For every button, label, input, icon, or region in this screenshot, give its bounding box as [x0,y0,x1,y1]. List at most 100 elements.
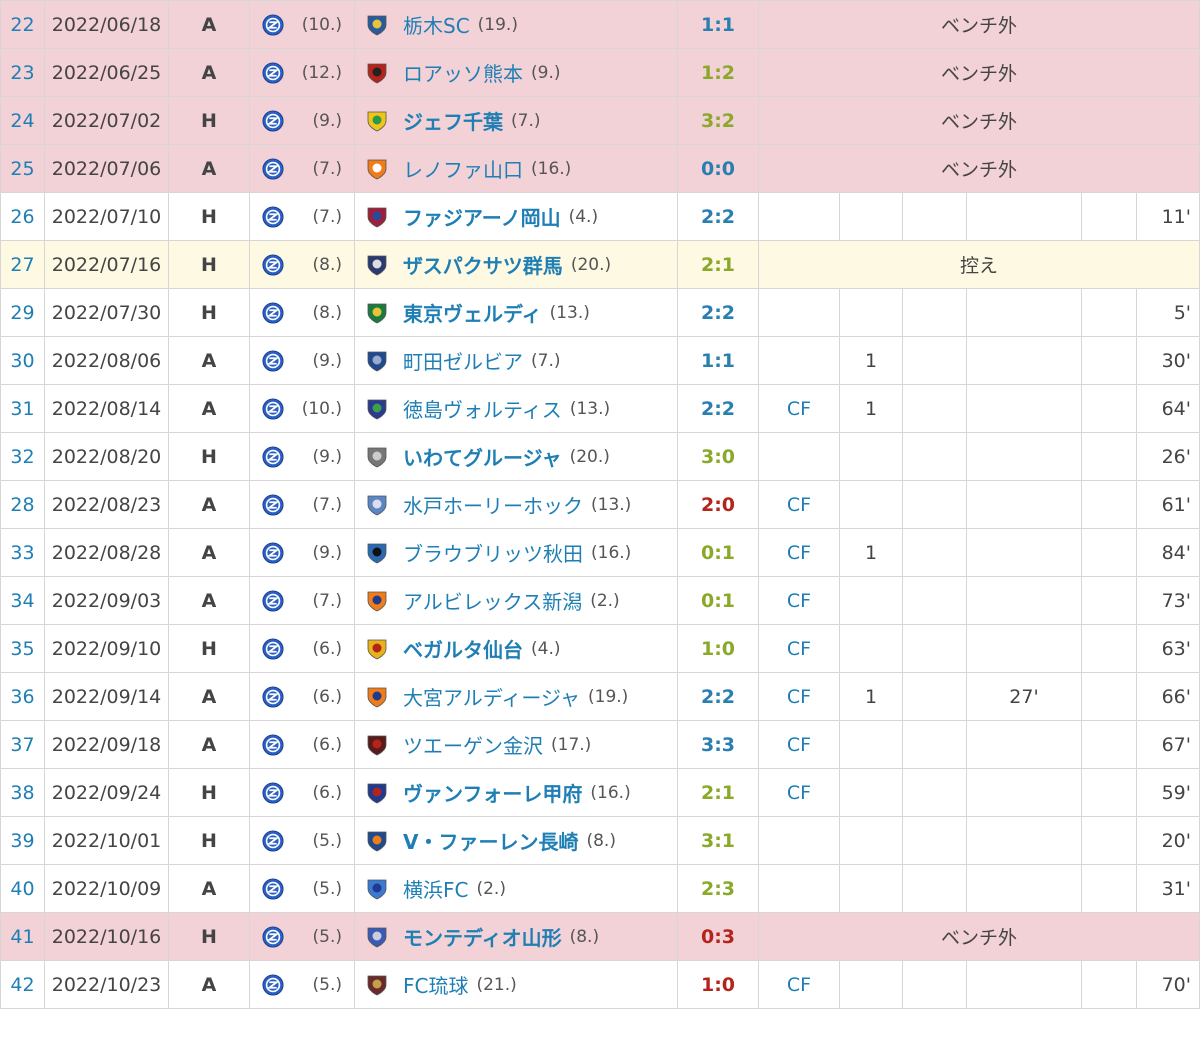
opponent-cell: 栃木SC (19.) [355,1,678,48]
opponent-link[interactable]: モンテディオ山形 [403,922,562,951]
goals [840,865,903,912]
opponent-link[interactable]: いわてグルージャ [403,442,562,471]
position [759,433,840,480]
opponent-link[interactable]: ベガルタ仙台 [403,634,523,663]
extra [1082,769,1137,816]
opponent-link[interactable]: FC琉球 [403,970,468,999]
assists [903,673,967,720]
kumamoto-crest-icon [367,63,387,83]
position [759,337,840,384]
opponent-link[interactable]: 大宮アルディージャ [403,682,580,711]
score-link[interactable]: 0:1 [678,529,759,576]
matchday-link[interactable]: 41 [0,913,45,960]
opponent-link[interactable]: ヴァンフォーレ甲府 [403,778,582,807]
score-link[interactable]: 2:1 [678,769,759,816]
opponent-link[interactable]: ツエーゲン金沢 [403,730,543,759]
score-link[interactable]: 2:2 [678,385,759,432]
opponent-link[interactable]: ブラウブリッツ秋田 [403,538,583,567]
minutes-played: 70' [1137,961,1200,1008]
matchday-link[interactable]: 35 [0,625,45,672]
matchday-link[interactable]: 31 [0,385,45,432]
score-link[interactable]: 2:2 [678,673,759,720]
score-link[interactable]: 1:2 [678,49,759,96]
matchday-link[interactable]: 26 [0,193,45,240]
own-team-cell: (8.) [250,289,355,336]
matchday-link[interactable]: 30 [0,337,45,384]
match-date: 2022/08/20 [45,433,169,480]
home-away: A [169,481,250,528]
table-row: 30 2022/08/06 A (9.) 町田ゼルビア (7.) 1:1 1 30' [0,337,1200,385]
own-team-cell: (5.) [250,817,355,864]
matchday-link[interactable]: 28 [0,481,45,528]
score-link[interactable]: 3:1 [678,817,759,864]
opponent-link[interactable]: 徳島ヴォルティス [403,394,562,423]
assists [903,193,967,240]
matchday-link[interactable]: 32 [0,433,45,480]
matchday-link[interactable]: 37 [0,721,45,768]
score-link[interactable]: 1:0 [678,961,759,1008]
opponent-link[interactable]: レノファ山口 [403,154,523,183]
own-team-crest-icon [262,253,284,276]
opponent-link[interactable]: V・ファーレン長崎 [403,826,578,855]
score-link[interactable]: 3:2 [678,97,759,144]
minutes-played: 26' [1137,433,1200,480]
own-team-crest-icon [262,781,284,804]
matchday-link[interactable]: 27 [0,241,45,288]
opponent-link[interactable]: ロアッソ熊本 [403,58,523,87]
matchday-link[interactable]: 23 [0,49,45,96]
matchday-link[interactable]: 36 [0,673,45,720]
goal-minute [967,817,1082,864]
matchday-link[interactable]: 29 [0,289,45,336]
score-link[interactable]: 2:2 [678,193,759,240]
own-team-crest-icon [262,493,284,516]
matchday-link[interactable]: 38 [0,769,45,816]
opponent-link[interactable]: 水戸ホーリーホック [403,490,583,519]
score-link[interactable]: 2:1 [678,241,759,288]
matchday-link[interactable]: 40 [0,865,45,912]
own-team-crest-icon [262,589,284,612]
opponent-link[interactable]: 東京ヴェルディ [403,298,542,327]
opponent-link[interactable]: 町田ゼルビア [403,346,523,375]
opponent-cell: ヴァンフォーレ甲府 (16.) [355,769,678,816]
score-link[interactable]: 3:0 [678,433,759,480]
matchday-link[interactable]: 42 [0,961,45,1008]
match-date: 2022/10/16 [45,913,169,960]
score-link[interactable]: 2:0 [678,481,759,528]
score-link[interactable]: 0:3 [678,913,759,960]
match-date: 2022/10/09 [45,865,169,912]
opponent-cell: アルビレックス新潟 (2.) [355,577,678,624]
match-date: 2022/08/14 [45,385,169,432]
goal-minute [967,769,1082,816]
table-row: 25 2022/07/06 A (7.) レノファ山口 (16.) 0:0 ベンチ外 [0,145,1200,193]
own-team-crest-icon [262,205,284,228]
opponent-link[interactable]: ジェフ千葉 [403,106,503,135]
score-link[interactable]: 1:1 [678,1,759,48]
goals [840,817,903,864]
home-away: H [169,625,250,672]
opponent-link[interactable]: アルビレックス新潟 [403,586,582,615]
opponent-link[interactable]: ザスパクサツ群馬 [403,250,563,279]
score-link[interactable]: 0:0 [678,145,759,192]
verdy-crest-icon [367,303,387,323]
sendai-crest-icon [367,639,387,659]
matchday-link[interactable]: 33 [0,529,45,576]
opponent-cell: ファジアーノ岡山 (4.) [355,193,678,240]
minutes-played: 30' [1137,337,1200,384]
score-link[interactable]: 0:1 [678,577,759,624]
matchday-link[interactable]: 22 [0,1,45,48]
matchday-link[interactable]: 39 [0,817,45,864]
opponent-link[interactable]: 横浜FC [403,874,468,903]
score-link[interactable]: 2:3 [678,865,759,912]
score-link[interactable]: 1:1 [678,337,759,384]
score-link[interactable]: 1:0 [678,625,759,672]
matchday-link[interactable]: 34 [0,577,45,624]
score-link[interactable]: 3:3 [678,721,759,768]
matchday-link[interactable]: 25 [0,145,45,192]
own-team-crest-icon [262,877,284,900]
yamaguchi-crest-icon [367,159,387,179]
opponent-link[interactable]: 栃木SC [403,10,470,39]
score-link[interactable]: 2:2 [678,289,759,336]
matchday-link[interactable]: 24 [0,97,45,144]
opponent-link[interactable]: ファジアーノ岡山 [403,202,561,231]
table-row: 27 2022/07/16 H (8.) ザスパクサツ群馬 (20.) 2:1 控え [0,241,1200,289]
